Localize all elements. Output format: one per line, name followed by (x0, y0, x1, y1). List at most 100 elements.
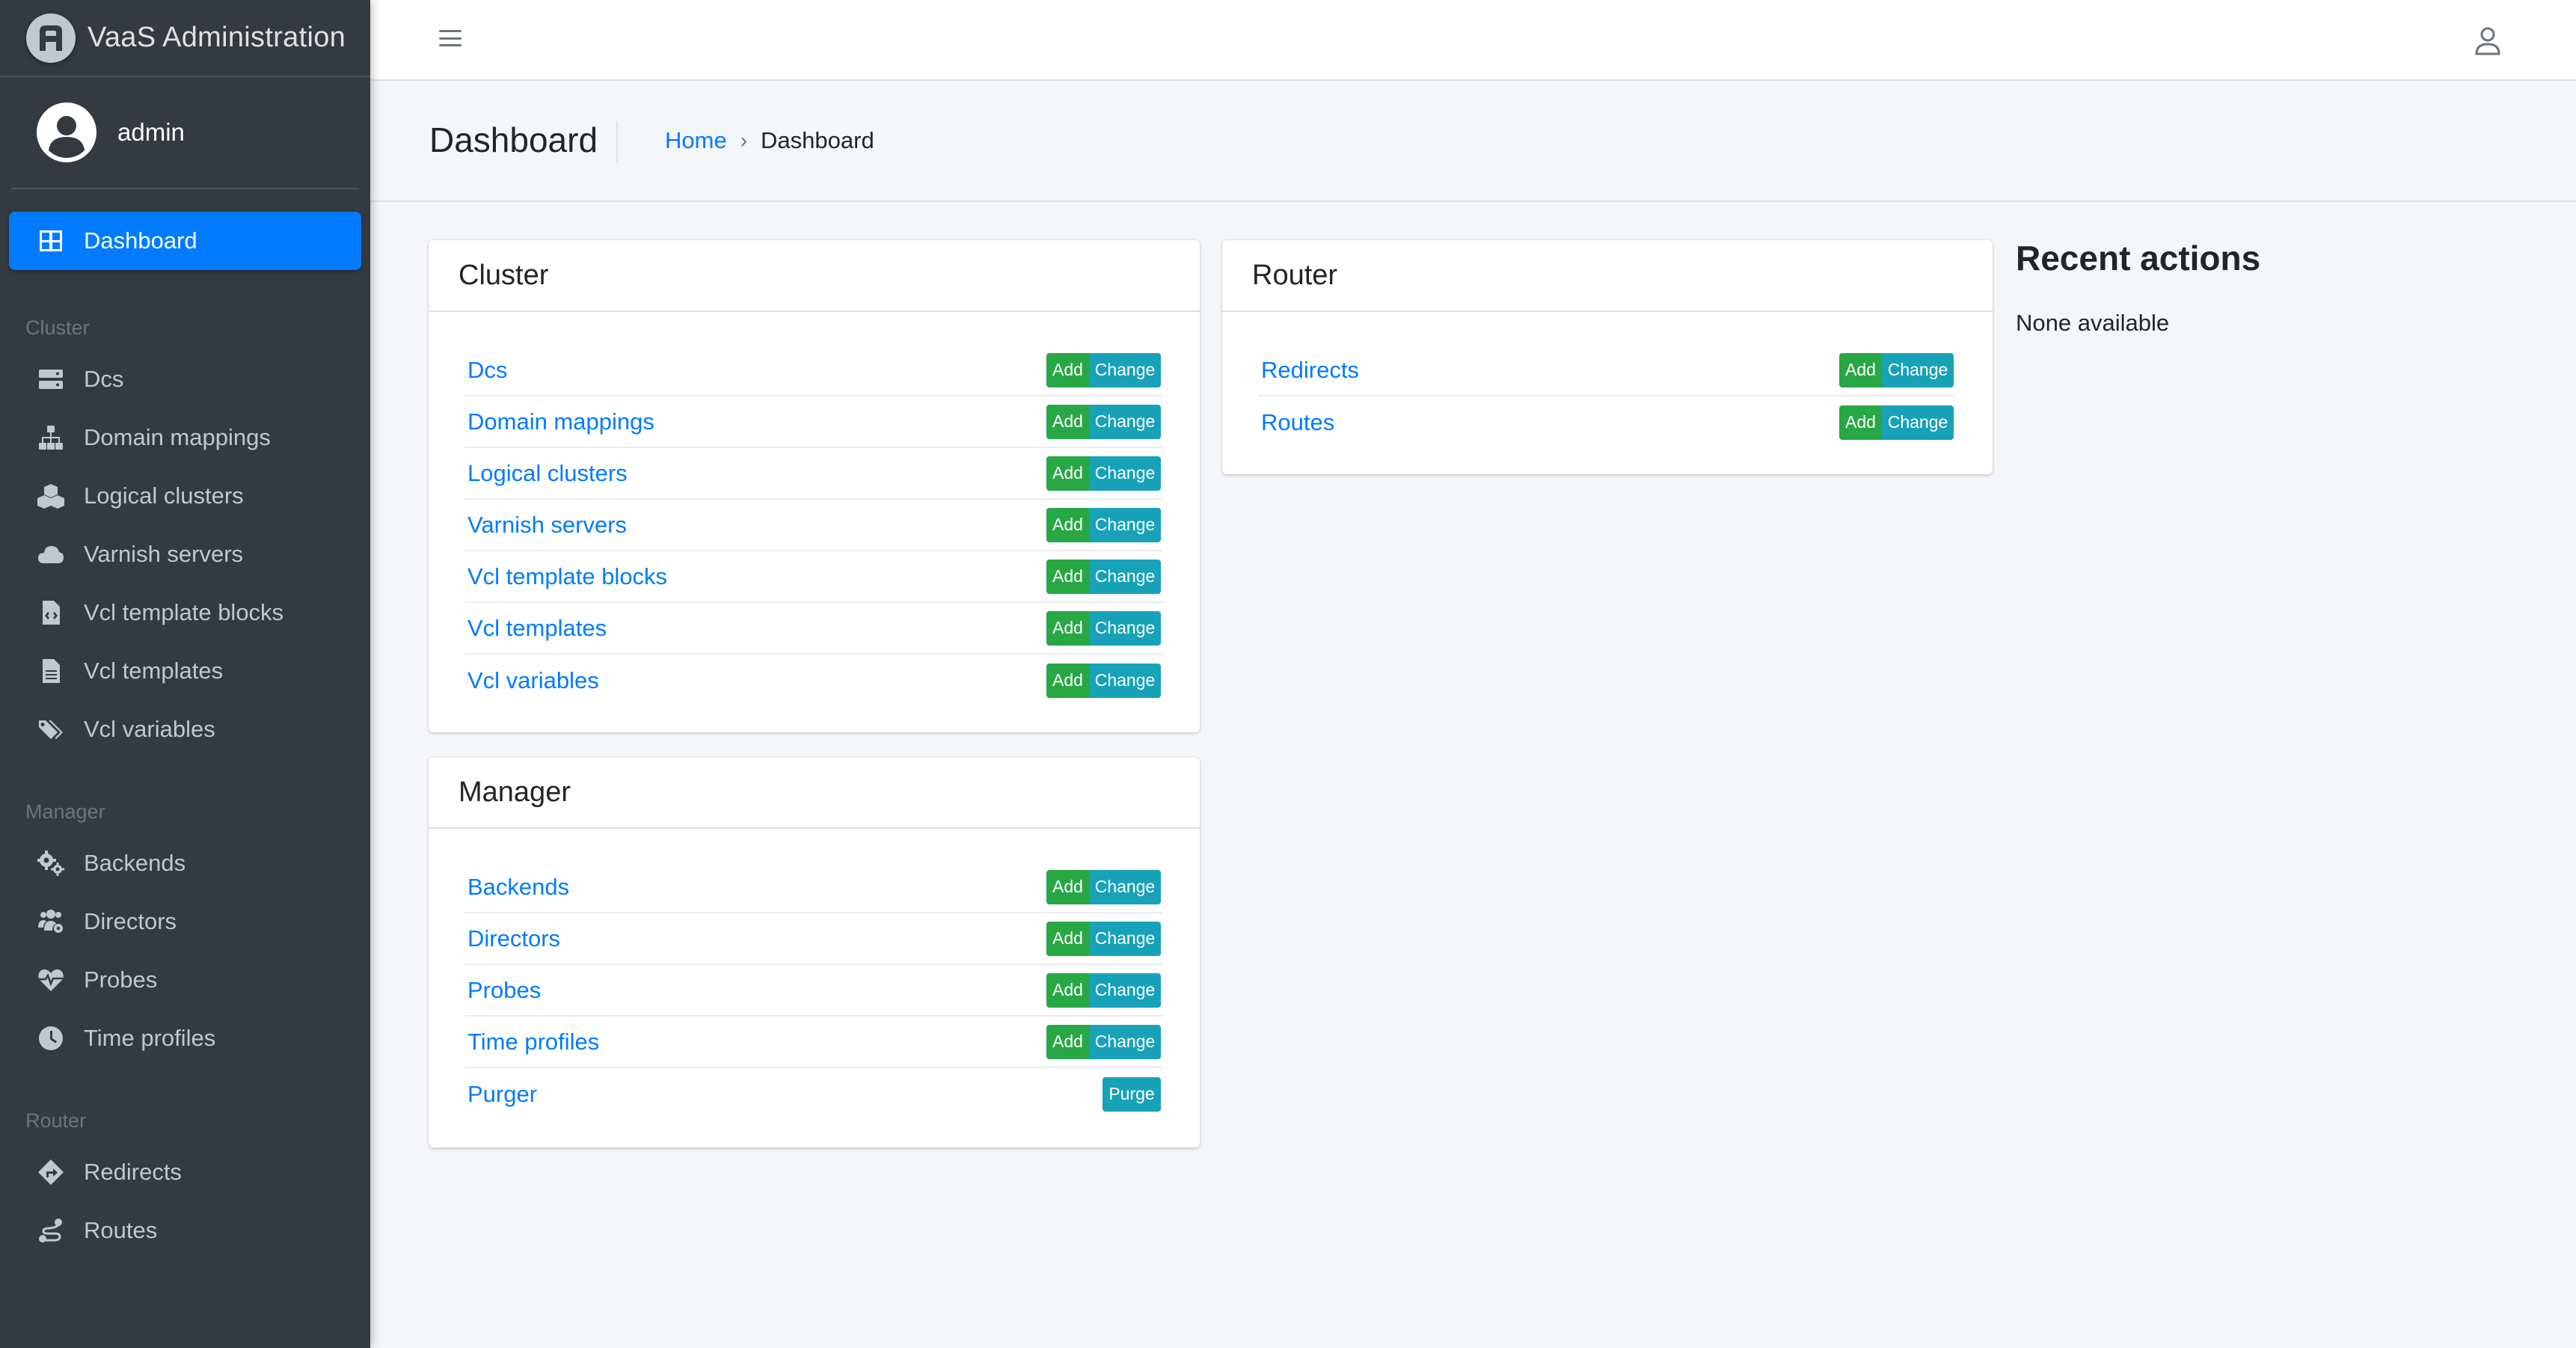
sidebar-item-label: Probes (84, 966, 158, 993)
server-icon (36, 364, 66, 394)
model-row-routes: Routes Add Change (1258, 396, 1955, 448)
change-button[interactable]: Change (1089, 869, 1161, 904)
sidebar-item-label: Routes (84, 1217, 158, 1243)
add-button[interactable]: Add (1046, 921, 1089, 956)
user-panel[interactable]: admin (11, 77, 359, 189)
sidebar-header-router: Router (25, 1109, 87, 1132)
cluster-model-list: Dcs Add Change Domain mappings Add Change … (429, 312, 1200, 706)
sidebar-item-label: Dcs (84, 366, 124, 392)
model-link[interactable]: Vcl variables (467, 667, 599, 694)
model-row-vcl-variables: Vcl variables Add Change (464, 655, 1162, 706)
model-row-logical-clusters: Logical clusters Add Change (464, 448, 1162, 500)
model-link[interactable]: Backends (467, 874, 569, 901)
router-card: Router Redirects Add Change Routes Add Cha… (1222, 240, 1993, 474)
manager-card: Manager Backends Add Change Directors Add… (429, 757, 1200, 1148)
sidebar-item-probes[interactable]: Probes (9, 951, 361, 1009)
add-button[interactable]: Add (1839, 405, 1882, 440)
sidebar-item-logical-clusters[interactable]: Logical clusters (9, 467, 361, 525)
users-cog-icon (36, 907, 66, 937)
page-title: Dashboard (429, 120, 598, 159)
change-button[interactable]: Change (1089, 352, 1161, 387)
change-button[interactable]: Change (1089, 507, 1161, 542)
change-button[interactable]: Change (1089, 404, 1161, 439)
model-link[interactable]: Directors (467, 925, 560, 952)
change-button[interactable]: Change (1089, 663, 1161, 698)
change-button[interactable]: Change (1882, 405, 1954, 440)
sidebar-item-redirects[interactable]: Redirects (9, 1143, 361, 1201)
sidebar-item-dcs[interactable]: Dcs (9, 350, 361, 408)
user-avatar-icon (37, 102, 96, 162)
sidebar-item-time-profiles[interactable]: Time profiles (9, 1009, 361, 1067)
change-button[interactable]: Change (1089, 1024, 1161, 1059)
sidebar-item-vcl-template-blocks[interactable]: Vcl template blocks (9, 583, 361, 642)
model-link[interactable]: Vcl template blocks (467, 563, 667, 590)
model-link[interactable]: Vcl templates (467, 615, 607, 642)
content-header: Dashboard Home › Dashboard (370, 82, 2576, 202)
purge-button[interactable]: Purge (1103, 1076, 1161, 1112)
menu-toggle-icon[interactable] (439, 27, 461, 49)
card-title: Router (1222, 240, 1993, 312)
model-row-varnish-servers: Varnish servers Add Change (464, 500, 1162, 551)
model-row-time-profiles: Time profiles Add Change (464, 1017, 1162, 1068)
sidebar-item-label: Vcl templates (84, 658, 224, 684)
model-link[interactable]: Domain mappings (467, 408, 654, 435)
sidebar-item-label: Redirects (84, 1159, 182, 1185)
add-button[interactable]: Add (1046, 663, 1089, 698)
breadcrumb-home-link[interactable]: Home (665, 127, 727, 154)
model-link[interactable]: Logical clusters (467, 460, 628, 487)
sidebar-item-label: Vcl variables (84, 716, 215, 742)
sidebar-item-directors[interactable]: Directors (9, 892, 361, 951)
sidebar-item-dashboard[interactable]: Dashboard (9, 212, 361, 270)
model-link[interactable]: Time profiles (467, 1029, 599, 1056)
add-button[interactable]: Add (1046, 352, 1089, 387)
brand-link[interactable]: VaaS Administration (0, 0, 370, 77)
sidebar-item-varnish-servers[interactable]: Varnish servers (9, 525, 361, 583)
sidebar-item-routes[interactable]: Routes (9, 1201, 361, 1260)
brand-logo-icon (26, 13, 76, 63)
top-navbar (370, 0, 2576, 81)
add-button[interactable]: Add (1046, 1024, 1089, 1059)
route-icon (36, 1216, 66, 1246)
model-row-dcs: Dcs Add Change (464, 345, 1162, 396)
sidebar-item-vcl-variables[interactable]: Vcl variables (9, 700, 361, 759)
model-link[interactable]: Redirects (1261, 357, 1359, 384)
sidebar-item-vcl-templates[interactable]: Vcl templates (9, 642, 361, 700)
model-link[interactable]: Dcs (467, 357, 507, 384)
model-row-domain-mappings: Domain mappings Add Change (464, 396, 1162, 448)
add-button[interactable]: Add (1046, 456, 1089, 491)
user-menu-icon[interactable] (2474, 25, 2501, 55)
change-button[interactable]: Change (1089, 610, 1161, 646)
model-link[interactable]: Probes (467, 977, 541, 1004)
directions-icon (36, 1157, 66, 1187)
sidebar-item-label: Time profiles (84, 1025, 216, 1051)
dashboard-grid-icon (36, 226, 66, 256)
add-button[interactable]: Add (1046, 972, 1089, 1008)
add-button[interactable]: Add (1046, 507, 1089, 542)
breadcrumb-current: Dashboard (761, 127, 874, 153)
sitemap-icon (36, 423, 66, 453)
change-button[interactable]: Change (1089, 559, 1161, 594)
change-button[interactable]: Change (1089, 456, 1161, 491)
sidebar-item-label: Dashboard (84, 227, 197, 254)
add-button[interactable]: Add (1046, 404, 1089, 439)
change-button[interactable]: Change (1089, 921, 1161, 956)
sidebar-item-domain-mappings[interactable]: Domain mappings (9, 408, 361, 467)
file-code-icon (36, 598, 66, 628)
model-link[interactable]: Purger (467, 1081, 537, 1108)
recent-actions-title: Recent actions (2016, 239, 2261, 278)
model-link[interactable]: Routes (1261, 409, 1334, 436)
change-button[interactable]: Change (1089, 972, 1161, 1008)
add-button[interactable]: Add (1839, 352, 1882, 387)
change-button[interactable]: Change (1882, 352, 1954, 387)
model-row-backends: Backends Add Change (464, 862, 1162, 913)
sidebar-item-backends[interactable]: Backends (9, 834, 361, 892)
add-button[interactable]: Add (1046, 559, 1089, 594)
model-link[interactable]: Varnish servers (467, 512, 627, 539)
add-button[interactable]: Add (1046, 610, 1089, 646)
add-button[interactable]: Add (1046, 869, 1089, 904)
card-title: Cluster (429, 240, 1200, 312)
cloud-icon (36, 539, 66, 569)
sidebar-item-label: Directors (84, 908, 177, 934)
manager-model-list: Backends Add Change Directors Add Change P… (429, 829, 1200, 1120)
tags-icon (36, 714, 66, 744)
